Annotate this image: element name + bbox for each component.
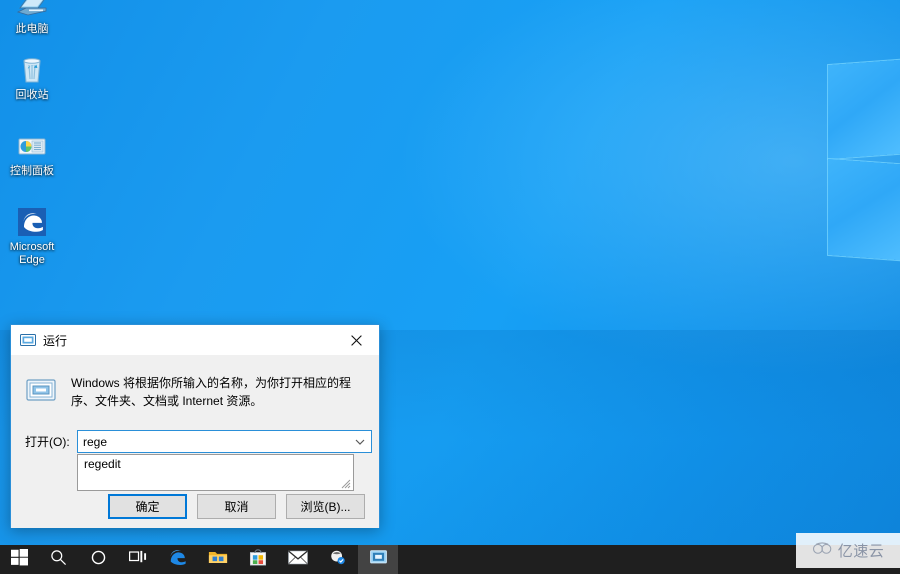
cortana-circle-icon — [90, 549, 107, 571]
taskbar-item-microsoft-store[interactable] — [238, 545, 278, 574]
desktop-icon-recycle-bin[interactable]: 回收站 — [0, 54, 64, 102]
recycle-bin-icon — [16, 54, 48, 86]
run-window-icon — [369, 550, 387, 569]
cancel-button[interactable]: 取消 — [197, 493, 276, 519]
desktop-icon-label: 此电脑 — [15, 23, 49, 35]
run-dialog-titlebar[interactable]: 运行 — [11, 325, 379, 355]
run-description-icon — [25, 374, 57, 406]
ok-button[interactable]: 确定 — [108, 493, 187, 519]
run-command-input[interactable] — [77, 430, 372, 453]
windows-logo-wallpaper — [824, 58, 900, 308]
desktop-icon-control-panel[interactable]: 控制面板 — [0, 130, 64, 178]
taskbar-item-file-explorer[interactable] — [198, 545, 238, 574]
taskbar-item-search[interactable] — [38, 545, 78, 574]
taskbar-item-pinned-app[interactable] — [318, 545, 358, 574]
taskbar-item-run-window[interactable] — [358, 545, 398, 574]
taskbar-item-start[interactable] — [0, 545, 38, 574]
desktop-icon-label: Microsoft Edge — [9, 241, 55, 266]
control-panel-icon — [16, 130, 48, 162]
desktop-icon-label: 回收站 — [15, 89, 49, 101]
desktop-icon-microsoft-edge[interactable]: Microsoft Edge — [0, 206, 64, 267]
run-combobox[interactable]: regedit — [77, 430, 372, 491]
desktop-icon-label: 控制面板 — [10, 165, 54, 177]
run-dialog-body: Windows 将根据你所输入的名称，为你打开相应的程序、文件夹、文档或 Int… — [11, 355, 379, 491]
cloud-icon — [812, 541, 834, 560]
run-description-row: Windows 将根据你所输入的名称，为你打开相应的程序、文件夹、文档或 Int… — [25, 355, 365, 410]
taskbar-item-cortana[interactable] — [78, 545, 118, 574]
taskbar-item-task-view[interactable] — [118, 545, 158, 574]
folder-icon — [208, 549, 228, 571]
edge-icon — [168, 547, 188, 572]
run-suggestion-list[interactable]: regedit — [77, 454, 354, 491]
run-dialog[interactable]: 运行 Windows 将根据你所输入的名称，为你打开相应的程序、文件夹、文档或 … — [10, 324, 380, 528]
edge-icon — [16, 206, 48, 238]
browse-button[interactable]: 浏览(B)... — [286, 493, 365, 519]
run-window-icon — [20, 333, 36, 347]
desktop-icon-this-pc[interactable]: 此电脑 — [0, 0, 64, 36]
watermark-text: 亿速云 — [837, 542, 885, 560]
desktop[interactable]: 此电脑 回收站 控制面板 Microsoft Edge 运行 Windows 将… — [0, 0, 900, 574]
run-open-row: 打开(O): regedit — [25, 430, 372, 491]
watermark: 亿速云 — [796, 533, 900, 568]
run-dialog-description: Windows 将根据你所输入的名称，为你打开相应的程序、文件夹、文档或 Int… — [71, 376, 352, 408]
taskbar-item-mail[interactable] — [278, 545, 318, 574]
taskbar[interactable] — [0, 545, 900, 574]
logo-pane-bottom-left — [828, 158, 900, 262]
task-view-icon — [128, 549, 148, 571]
run-dialog-title: 运行 — [43, 333, 68, 348]
app-icon — [329, 548, 347, 571]
close-icon[interactable] — [334, 325, 379, 355]
run-open-label: 打开(O): — [25, 435, 70, 449]
taskbar-item-edge[interactable] — [158, 545, 198, 574]
windows-start-icon — [10, 548, 28, 571]
store-icon — [249, 548, 267, 571]
suggestion-item[interactable]: regedit — [78, 455, 353, 474]
search-icon — [50, 549, 67, 571]
computer-icon — [16, 0, 48, 20]
logo-pane-top-left — [828, 58, 900, 160]
mail-icon — [288, 550, 308, 570]
resize-grip-icon[interactable] — [340, 478, 351, 489]
